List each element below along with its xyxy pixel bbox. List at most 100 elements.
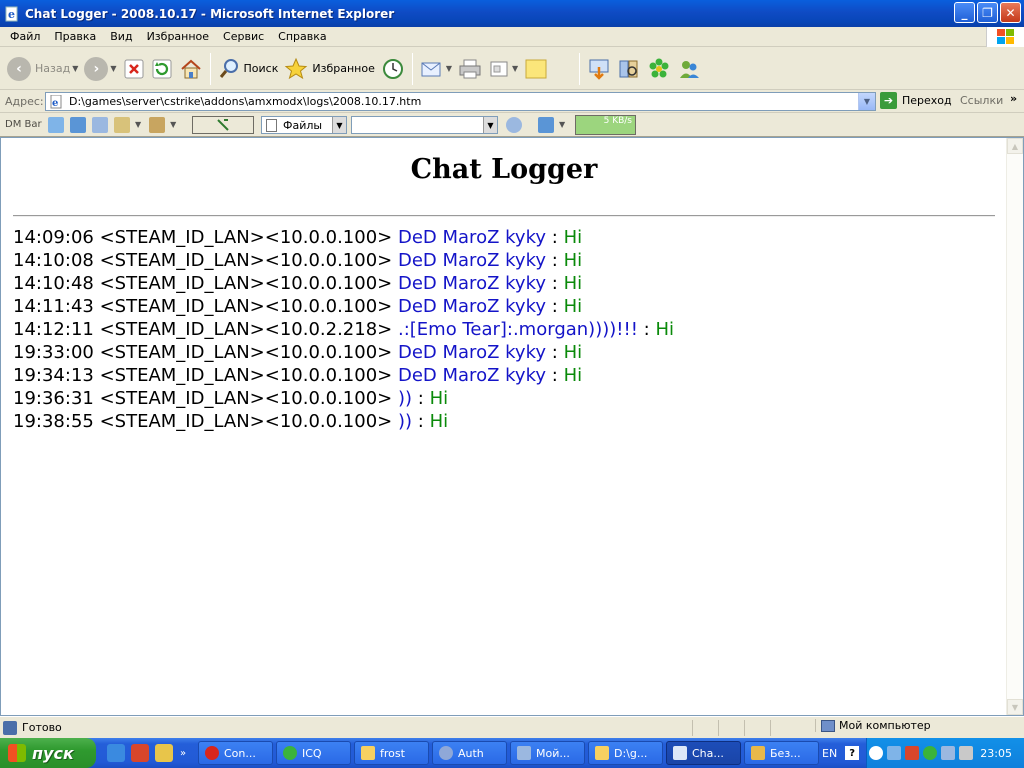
dm-download-arrow-icon[interactable] xyxy=(538,117,554,133)
back-dropdown-icon[interactable]: ▼ xyxy=(72,64,78,73)
discuss-button[interactable] xyxy=(521,51,551,87)
toolbar-separator xyxy=(209,52,211,85)
menu-favorites[interactable]: Избранное xyxy=(140,30,216,43)
back-label: Назад xyxy=(35,62,71,75)
close-button[interactable]: ✕ xyxy=(1000,2,1021,23)
log-message: Hi xyxy=(563,342,583,363)
task-icq[interactable]: ICQ xyxy=(276,741,351,765)
log-meta: 14:11:43 <STEAM_ID_LAN><10.0.0.100> xyxy=(13,296,393,317)
contacts-button[interactable] xyxy=(674,51,704,87)
log-message: Hi xyxy=(563,365,583,386)
dm-windows-icon[interactable] xyxy=(92,116,108,133)
network-icon[interactable] xyxy=(887,746,901,760)
stop-button[interactable] xyxy=(120,51,148,87)
search-button[interactable]: Поиск xyxy=(215,51,282,87)
windows-flag-icon xyxy=(8,744,26,762)
dm-search-select[interactable]: ▼ xyxy=(351,116,498,134)
task-chat-logger[interactable]: Cha... xyxy=(666,741,741,765)
menu-file[interactable]: Файл xyxy=(3,30,47,43)
back-button[interactable]: ‹ Назад ▼ xyxy=(4,51,81,87)
volume-icon[interactable] xyxy=(959,746,973,760)
log-player-name: DeD MaroZ kyky xyxy=(397,296,547,317)
dm-search-dropdown-icon[interactable]: ▼ xyxy=(483,117,497,133)
help-icon[interactable]: ? xyxy=(845,746,860,760)
address-field[interactable]: e ▼ xyxy=(45,92,876,111)
horizontal-rule xyxy=(13,215,995,217)
log-player-name: .:[Emo Tear]:.morgan))))!!! xyxy=(397,319,638,340)
log-message: Hi xyxy=(429,411,449,432)
mail-button[interactable]: ▼ xyxy=(417,51,455,87)
task-label: Auth xyxy=(458,746,484,760)
page-icon: e xyxy=(50,94,62,109)
search-label: Поиск xyxy=(243,62,279,75)
edit-dropdown-icon[interactable]: ▼ xyxy=(512,64,518,73)
address-dropdown-icon[interactable]: ▼ xyxy=(858,93,875,110)
scroll-up-icon[interactable]: ▲ xyxy=(1007,138,1023,154)
print-button[interactable] xyxy=(455,51,485,87)
vertical-scrollbar[interactable]: ▲ ▼ xyxy=(1006,138,1023,715)
language-indicator[interactable]: EN xyxy=(822,747,837,760)
history-button[interactable] xyxy=(378,51,408,87)
minimize-button[interactable]: _ xyxy=(954,2,975,23)
chat-log: 14:09:06 <STEAM_ID_LAN><10.0.0.100> DeD … xyxy=(13,226,674,433)
links-label[interactable]: Ссылки xyxy=(960,94,1003,107)
tray-app-icon[interactable] xyxy=(905,746,919,760)
menu-view[interactable]: Вид xyxy=(103,30,139,43)
back-arrow-icon: ‹ xyxy=(7,56,31,81)
edit-button[interactable]: ▼ xyxy=(485,51,521,87)
tray-expand-icon[interactable] xyxy=(869,746,883,760)
maximize-button[interactable]: ❐ xyxy=(977,2,998,23)
dm-tools-icon[interactable] xyxy=(149,116,166,133)
clock: 23:05 xyxy=(980,746,1012,760)
menu-edit[interactable]: Правка xyxy=(47,30,103,43)
favorites-button[interactable]: Избранное xyxy=(281,51,377,87)
dm-files-select[interactable]: Файлы ▼ xyxy=(261,116,347,134)
tray-computer-icon[interactable] xyxy=(941,746,955,760)
windows-logo-icon xyxy=(986,27,1024,47)
dm-tools-dropdown-icon[interactable]: ▼ xyxy=(170,120,176,129)
task-paint[interactable]: Без... xyxy=(744,741,819,765)
task-console[interactable]: Con... xyxy=(198,741,273,765)
toolbar-separator xyxy=(579,52,581,85)
messenger-button[interactable] xyxy=(584,51,614,87)
go-label: Переход xyxy=(902,94,952,107)
research-button[interactable] xyxy=(614,51,644,87)
links-chevron-icon[interactable]: » xyxy=(1010,92,1017,105)
favorites-star-icon xyxy=(285,57,308,79)
dm-home-dropdown-icon[interactable]: ▼ xyxy=(135,120,141,129)
address-input[interactable] xyxy=(69,95,858,108)
menu-tools[interactable]: Сервис xyxy=(216,30,271,43)
app-quicklaunch-icon[interactable] xyxy=(131,744,149,762)
dm-home-icon[interactable] xyxy=(114,116,130,133)
refresh-button[interactable] xyxy=(148,51,176,87)
task-my-computer[interactable]: Мой... xyxy=(510,741,585,765)
dm-download-icon[interactable] xyxy=(48,116,64,133)
icq-tray-icon[interactable] xyxy=(923,746,937,760)
home-icon xyxy=(180,59,201,78)
folder-icon xyxy=(595,746,609,760)
dm-files-dropdown-icon[interactable]: ▼ xyxy=(332,117,346,133)
dm-drop-target[interactable] xyxy=(192,116,254,134)
start-button[interactable]: пуск xyxy=(0,738,96,768)
ie-quicklaunch-icon[interactable] xyxy=(107,744,125,762)
home-button[interactable] xyxy=(176,51,206,87)
menu-help[interactable]: Справка xyxy=(271,30,333,43)
mail-dropdown-icon[interactable]: ▼ xyxy=(446,64,452,73)
go-button[interactable]: ➔ Переход xyxy=(880,92,952,109)
dm-search-icon[interactable] xyxy=(506,117,522,133)
dm-arrow-dropdown-icon[interactable]: ▼ xyxy=(559,120,565,129)
log-meta: 14:09:06 <STEAM_ID_LAN><10.0.0.100> xyxy=(13,227,393,248)
menu-bar: Файл Правка Вид Избранное Сервис Справка xyxy=(0,27,1024,47)
tool-quicklaunch-icon[interactable] xyxy=(155,744,173,762)
task-explorer[interactable]: D:\g... xyxy=(588,741,663,765)
forward-button[interactable]: › ▼ xyxy=(81,51,119,87)
quicklaunch-chevron-icon[interactable]: » xyxy=(180,748,186,759)
forward-dropdown-icon[interactable]: ▼ xyxy=(110,64,116,73)
dm-add-icon[interactable] xyxy=(70,116,86,133)
scroll-down-icon[interactable]: ▼ xyxy=(1007,699,1023,715)
log-message: Hi xyxy=(563,227,583,248)
task-frost[interactable]: frost xyxy=(354,741,429,765)
search-icon xyxy=(219,58,238,78)
icq-button[interactable] xyxy=(644,51,674,87)
task-auth[interactable]: Auth xyxy=(432,741,507,765)
